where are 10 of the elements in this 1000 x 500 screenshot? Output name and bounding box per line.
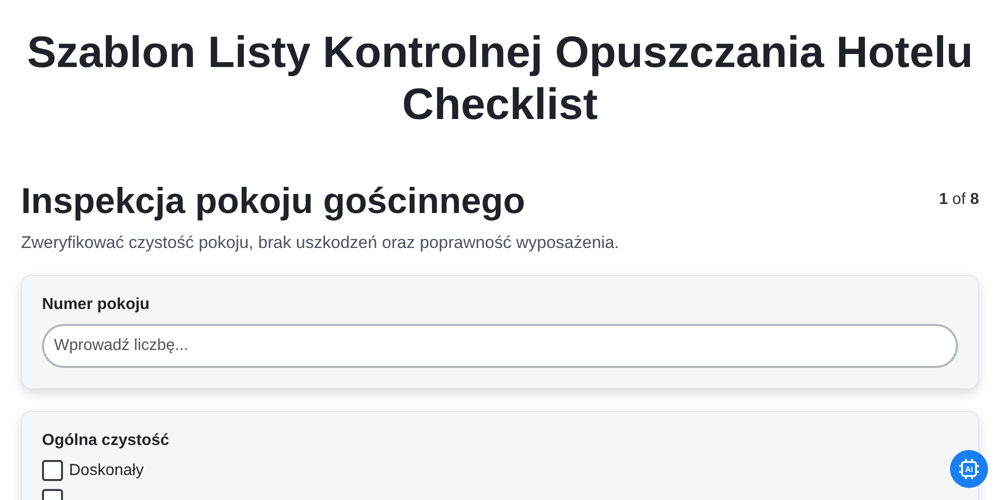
section-title: Inspekcja pokoju gościnnego	[21, 179, 526, 223]
option-label: Doskonały	[69, 462, 144, 480]
page-title: Szablon Listy Kontrolnej Opuszczania Hotelu Checklist	[26, 27, 974, 131]
number-input[interactable]: Wprowadź liczbę...	[42, 324, 958, 368]
checkbox[interactable]	[42, 460, 63, 481]
field-label: Ogólna czystość	[42, 432, 170, 450]
section-description: Zweryfikować czystość pokoju, brak uszkodzeń oraz poprawność wyposażenia.	[21, 233, 620, 253]
field-label: Numer pokoju	[42, 296, 151, 314]
step-counter: 1 of 8	[938, 191, 979, 209]
chip-icon	[957, 457, 981, 481]
